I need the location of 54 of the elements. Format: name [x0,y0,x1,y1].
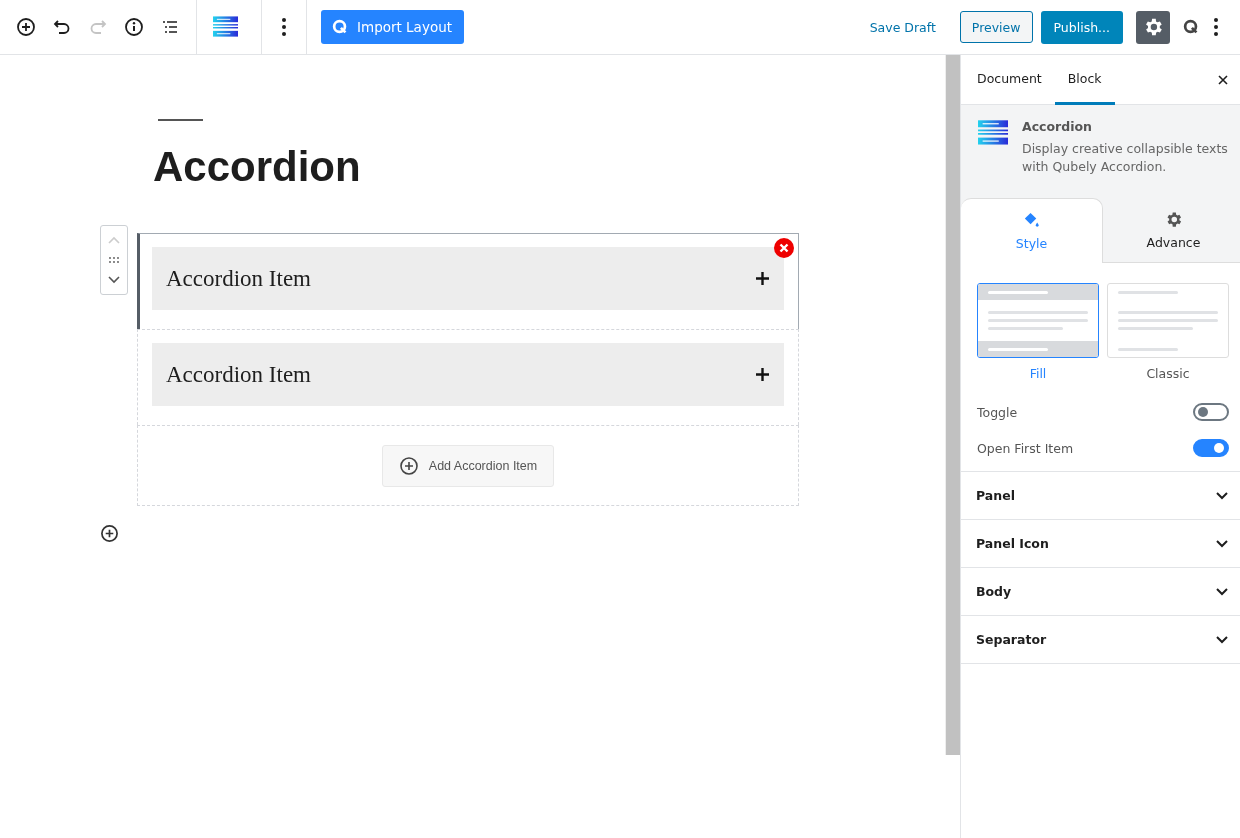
accordion-item-frame[interactable]: Accordion Item [137,233,799,329]
plus-icon[interactable] [756,368,769,381]
accordion-item-frame[interactable]: Accordion Item [137,329,799,425]
redo-icon [88,17,108,37]
accordion-item-title: Accordion Item [166,361,311,388]
preview-button[interactable]: Preview [959,11,1033,43]
chevron-down-icon [1216,635,1228,644]
save-draft-button[interactable]: Save Draft [869,19,936,35]
add-block-icon[interactable] [100,524,119,543]
add-accordion-item-button[interactable]: Add Accordion Item [381,444,555,487]
chevron-down-icon [1216,491,1228,500]
q-logo-icon[interactable] [1182,18,1200,36]
import-layout-button[interactable]: Import Layout [321,10,464,44]
remove-icon[interactable] [774,238,794,258]
style-tab[interactable]: Style [961,198,1103,263]
paint-bucket-icon [1022,211,1041,230]
more-options-icon[interactable] [282,17,286,37]
accordion-header[interactable]: Accordion Item [152,247,784,310]
style-label: Classic [1146,366,1190,381]
chevron-down-icon [1216,539,1228,548]
accordion-logo-icon [978,119,1008,147]
toggle-label: Open First Item [977,440,1074,456]
panel-header[interactable]: Separator [961,616,1240,664]
plus-circle-icon [398,455,419,476]
accordion-header[interactable]: Accordion Item [152,343,784,406]
fill-style-preview[interactable] [977,283,1099,358]
publish-button[interactable]: Publish... [1040,10,1123,44]
plus-icon[interactable] [756,272,769,285]
block-mover[interactable] [100,225,128,295]
plus-circle-icon [16,17,36,37]
panel-header[interactable]: Panel [961,472,1240,520]
style-label: Fill [1029,366,1047,381]
toggle-label: Toggle [977,404,1018,420]
panel-header[interactable]: Panel Icon [961,520,1240,568]
accordion-logo-icon [212,16,238,38]
drag-handle-icon[interactable] [109,257,119,263]
accordion-item-title: Accordion Item [166,265,311,292]
close-icon[interactable] [1218,74,1228,85]
sidebar-tab[interactable]: Document [964,55,1055,105]
block-name: Accordion [1022,119,1093,134]
chevron-down-icon[interactable] [108,275,120,284]
q-logo-icon [331,18,349,36]
scrollbar[interactable] [945,55,960,755]
toggle-switch[interactable] [1193,403,1229,421]
more-options-icon[interactable] [1214,17,1218,37]
info-icon [124,17,144,37]
panel-header[interactable]: Body [961,568,1240,616]
chevron-down-icon [1216,587,1228,596]
undo-icon [52,17,72,37]
advance-tab[interactable]: Advance [1103,198,1240,262]
block-description: Display creative collapsible texts with Qubely Accordion. [1022,140,1228,176]
settings-button[interactable] [1136,10,1170,44]
toggle-switch[interactable] [1193,439,1229,457]
post-title[interactable]: Accordion [153,139,945,195]
